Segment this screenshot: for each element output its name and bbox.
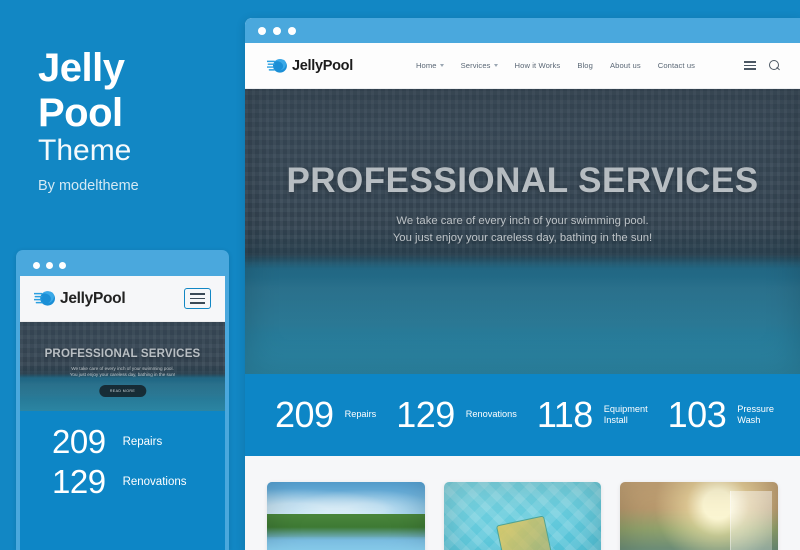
window-dot-close[interactable] — [258, 26, 266, 35]
hero-overlay — [245, 89, 800, 374]
hero-subtitle-line1: We take care of every inch of your swimm… — [396, 215, 649, 227]
mobile-hero-subtitle-line2: You just enjoy your careless day, bathin… — [69, 372, 176, 378]
promo-title-line2: Pool — [38, 91, 123, 135]
hero-title: PROFESSIONAL SERVICES — [286, 161, 759, 200]
window-dot — [46, 261, 53, 269]
mobile-stat-label: Renovations — [122, 476, 187, 488]
mobile-navbar: JellyPool — [20, 276, 225, 322]
stat-item-pressure-wash: 103 Pressure Wash — [668, 397, 774, 433]
card-vignette — [620, 482, 778, 550]
hero-subtitle: We take care of every inch of your swimm… — [245, 213, 800, 247]
mobile-stat-label: Repairs — [122, 436, 163, 448]
chevron-down-icon — [439, 64, 444, 67]
menu-item-blog[interactable]: Blog — [577, 61, 593, 70]
window-dot-minimize[interactable] — [273, 26, 281, 35]
window-dot-maximize[interactable] — [288, 26, 296, 35]
mobile-mockup: JellyPool PROFESSIONAL SERVICES We take … — [16, 250, 229, 550]
mobile-brand-text: JellyPool — [60, 289, 126, 307]
promo-subtitle: Theme — [38, 134, 132, 167]
promo-panel: Jelly Pool Theme By modeltheme JellyPool… — [0, 0, 245, 550]
mobile-read-more-button[interactable]: READ MORE — [98, 385, 147, 397]
chevron-down-icon — [493, 64, 498, 67]
service-card-row — [245, 456, 800, 550]
stat-label: Pressure Wash — [737, 404, 774, 427]
mobile-screen: JellyPool PROFESSIONAL SERVICES We take … — [20, 276, 225, 550]
hamburger-menu-icon[interactable] — [744, 61, 756, 70]
mobile-hero-overlay — [20, 322, 225, 411]
site-navbar: JellyPool Home Services How it Works Blo… — [245, 43, 800, 89]
stat-label-line2: Wash — [737, 415, 761, 425]
screenshot-stage: Jelly Pool Theme By modeltheme JellyPool… — [0, 0, 800, 550]
mobile-hero-title: PROFESSIONAL SERVICES — [44, 348, 201, 360]
menu-item-services[interactable]: Services — [461, 61, 498, 70]
mobile-hamburger-menu-icon[interactable] — [184, 288, 211, 309]
stat-item-equipment-install: 118 Equipment Install — [537, 397, 648, 433]
stat-value: 129 — [396, 394, 455, 435]
hero-vignette — [245, 89, 800, 374]
mobile-stats-bar: 209 Repairs 129 Renovations — [20, 411, 225, 550]
card-vignette — [444, 482, 602, 550]
menu-item-label: Services — [460, 61, 491, 70]
stat-label-line1: Pressure — [737, 403, 774, 414]
menu-item-about-us[interactable]: About us — [610, 61, 641, 70]
navbar-tools — [744, 60, 780, 71]
stat-value: 103 — [667, 394, 727, 435]
menu-item-label: About us — [609, 61, 641, 70]
main-menu: Home Services How it Works Blog About us… — [416, 61, 695, 70]
browser-mockup: JellyPool Home Services How it Works Blo… — [245, 18, 800, 550]
stat-label: Repairs — [344, 409, 377, 420]
stat-label: Renovations — [465, 409, 517, 420]
mobile-stat-item: 129 Renovations — [20, 463, 225, 501]
mobile-hero-subtitle: We take care of every inch of your swimm… — [20, 366, 225, 379]
mobile-titlebar — [20, 254, 225, 276]
jellyfish-wave-icon — [34, 290, 56, 307]
service-card[interactable] — [267, 482, 425, 550]
stat-item-renovations: 129 Renovations — [396, 397, 517, 433]
service-card[interactable] — [620, 482, 779, 550]
site-brand-text: JellyPool — [292, 57, 353, 74]
hero-section: PROFESSIONAL SERVICES We take care of ev… — [245, 89, 800, 374]
menu-item-home[interactable]: Home — [416, 61, 444, 70]
window-dot — [33, 261, 40, 269]
search-icon[interactable] — [769, 60, 780, 71]
browser-viewport: JellyPool Home Services How it Works Blo… — [245, 43, 800, 550]
stat-value: 118 — [536, 394, 593, 435]
hero-subtitle-line2: You just enjoy your careless day, bathin… — [392, 232, 653, 244]
service-card[interactable] — [443, 482, 602, 550]
site-brand[interactable]: JellyPool — [267, 58, 353, 74]
mobile-stat-value: 129 — [52, 463, 106, 500]
menu-item-label: Home — [415, 61, 437, 70]
stat-label-line1: Equipment — [603, 403, 648, 414]
mobile-hero-subtitle-line1: We take care of every inch of your swimm… — [71, 366, 174, 371]
jellyfish-wave-icon — [267, 58, 288, 74]
mobile-stat-value: 209 — [52, 423, 106, 460]
mobile-stat-item: 209 Repairs — [20, 423, 225, 461]
menu-item-label: Blog — [577, 61, 593, 70]
card-vignette — [267, 482, 425, 550]
promo-title: Jelly Pool — [38, 46, 125, 135]
stat-label-line2: Install — [603, 415, 628, 425]
menu-item-how-it-works[interactable]: How it Works — [515, 61, 561, 70]
promo-title-line1: Jelly — [38, 46, 125, 90]
stat-label: Equipment Install — [604, 404, 648, 427]
menu-item-contact-us[interactable]: Contact us — [658, 61, 695, 70]
menu-item-label: How it Works — [514, 61, 561, 70]
window-dot — [59, 261, 66, 269]
stat-value: 209 — [275, 394, 334, 435]
stat-item-repairs: 209 Repairs — [275, 397, 376, 433]
menu-item-label: Contact us — [657, 61, 696, 70]
stats-bar: 209 Repairs 129 Renovations 118 Equipmen… — [245, 374, 800, 456]
browser-titlebar — [245, 18, 800, 43]
mobile-brand[interactable]: JellyPool — [34, 289, 126, 308]
mobile-hero: PROFESSIONAL SERVICES We take care of ev… — [20, 322, 225, 411]
promo-byline: By modeltheme — [38, 178, 139, 194]
